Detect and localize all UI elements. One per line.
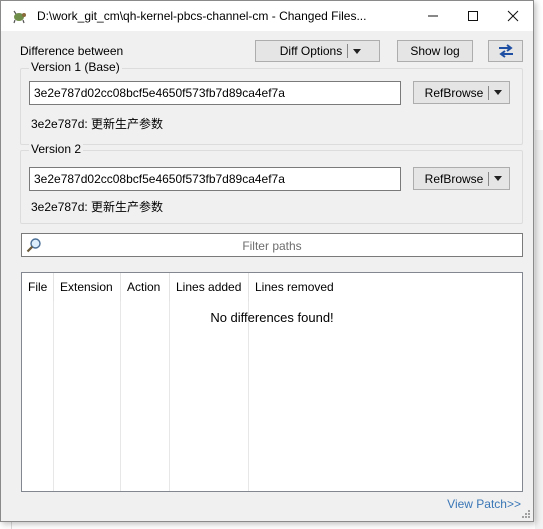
maximize-button[interactable] <box>453 1 493 31</box>
difference-between-label: Difference between <box>20 44 124 58</box>
resize-grip-icon[interactable] <box>521 509 531 519</box>
swap-versions-button[interactable] <box>488 40 523 62</box>
diff-options-label: Diff Options <box>279 44 343 58</box>
column-header-action[interactable]: Action <box>121 273 170 301</box>
tortoisegit-icon <box>13 10 26 24</box>
column-divider <box>169 301 170 491</box>
column-header-lines-added[interactable]: Lines added <box>170 273 249 301</box>
changed-files-window: D:\work_git_cm\qh-kernel-pbcs-channel-cm… <box>0 0 534 522</box>
version1-group: Version 1 (Base) 3e2e787d02cc08bcf5e4650… <box>20 60 523 145</box>
close-button[interactable] <box>493 1 533 31</box>
show-log-button[interactable]: Show log <box>397 40 473 62</box>
changed-files-list[interactable]: File Extension Action Lines added Lines … <box>21 272 523 492</box>
filter-placeholder: Filter paths <box>242 239 302 253</box>
view-patch-link[interactable]: View Patch>> <box>447 497 521 511</box>
split-separator <box>347 44 349 58</box>
version2-label: Version 2 <box>29 142 84 156</box>
refbrowse-label: RefBrowse <box>424 85 484 100</box>
background-app-edge-right <box>535 130 543 529</box>
version2-refbrowse-button[interactable]: RefBrowse <box>413 167 510 190</box>
version1-label: Version 1 (Base) <box>29 60 122 74</box>
column-divider <box>248 301 249 491</box>
version2-group: Version 2 3e2e787d02cc08bcf5e4650f573fb7… <box>20 142 523 224</box>
column-header-lines-removed[interactable]: Lines removed <box>249 273 349 301</box>
version2-hash-input[interactable]: 3e2e787d02cc08bcf5e4650f573fb7d89ca4ef7a <box>29 167 401 191</box>
chevron-down-icon <box>494 176 503 181</box>
filter-paths-input[interactable]: Filter paths <box>21 233 523 257</box>
column-header-file[interactable]: File <box>22 273 54 301</box>
no-differences-message: No differences found! <box>210 310 334 325</box>
minimize-icon <box>428 15 438 17</box>
version1-commit-message: 3e2e787d: 更新生产参数 <box>31 117 164 131</box>
diff-options-button[interactable]: Diff Options <box>255 40 380 62</box>
split-separator <box>488 171 490 186</box>
close-icon <box>507 10 519 22</box>
split-separator <box>488 85 490 100</box>
window-title: D:\work_git_cm\qh-kernel-pbcs-channel-cm… <box>37 9 367 23</box>
column-divider <box>53 301 54 491</box>
version1-refbrowse-button[interactable]: RefBrowse <box>413 81 510 104</box>
maximize-icon <box>468 11 478 21</box>
show-log-label: Show log <box>410 44 460 58</box>
swap-arrows-icon <box>498 44 513 58</box>
chevron-down-icon <box>353 48 362 54</box>
version2-commit-message: 3e2e787d: 更新生产参数 <box>31 200 164 214</box>
column-divider <box>120 301 121 491</box>
minimize-button[interactable] <box>413 1 453 31</box>
column-header-extension[interactable]: Extension <box>54 273 121 301</box>
title-bar[interactable]: D:\work_git_cm\qh-kernel-pbcs-channel-cm… <box>1 1 533 31</box>
version1-hash-input[interactable]: 3e2e787d02cc08bcf5e4650f573fb7d89ca4ef7a <box>29 81 401 105</box>
chevron-down-icon <box>494 90 503 95</box>
refbrowse-label: RefBrowse <box>424 171 484 186</box>
